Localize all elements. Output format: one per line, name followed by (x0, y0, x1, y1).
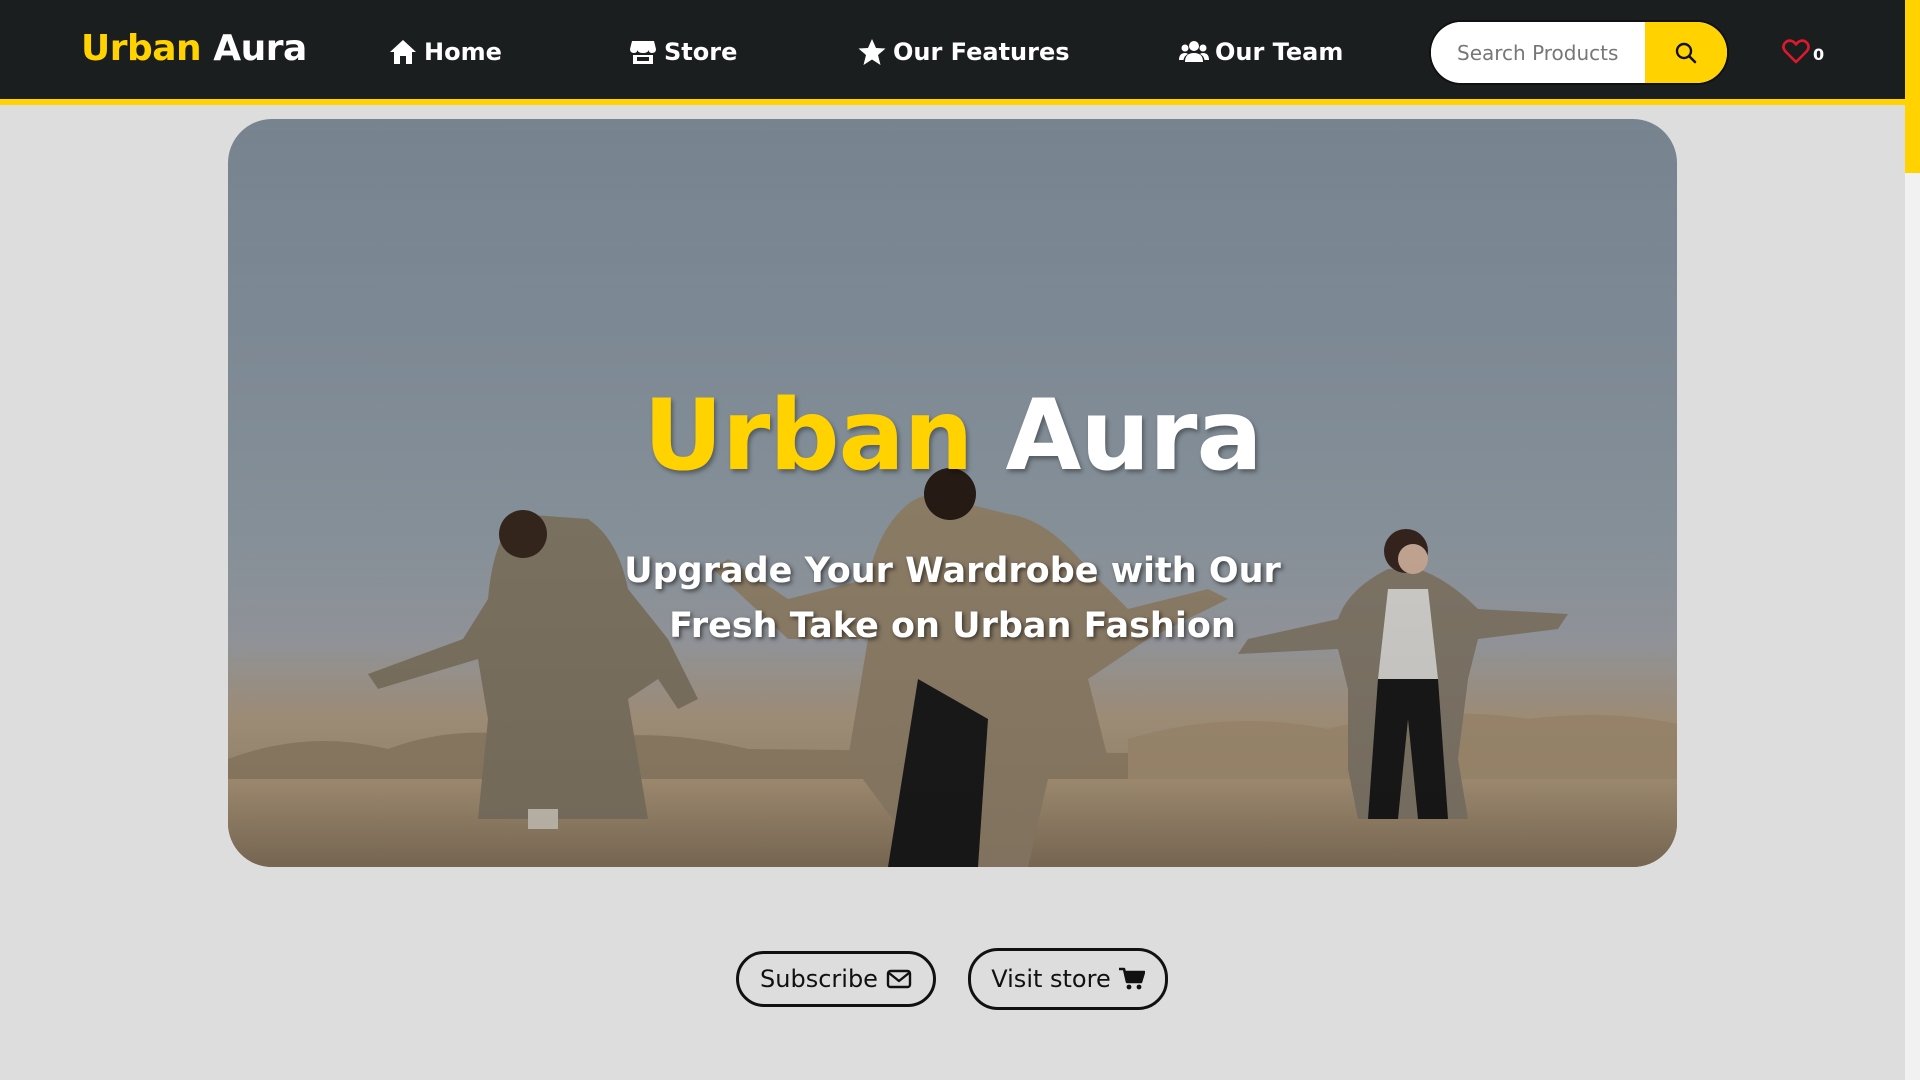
hero-subtitle: Upgrade Your Wardrobe with Our Fresh Tak… (228, 544, 1677, 654)
hero-background-image (228, 119, 1677, 867)
hero-banner: Urban Aura Upgrade Your Wardrobe with Ou… (228, 119, 1677, 867)
hero-subtitle-line-2: Fresh Take on Urban Fashion (669, 606, 1236, 646)
nav-features-label: Our Features (893, 38, 1070, 66)
hero-title: Urban Aura (228, 379, 1677, 493)
star-icon (858, 39, 886, 65)
page-scrollbar[interactable] (1905, 0, 1920, 1080)
subscribe-button[interactable]: Subscribe (736, 951, 936, 1007)
brand-logo[interactable]: Urban Aura (81, 28, 307, 69)
nav-team-label: Our Team (1215, 38, 1344, 66)
hero-subtitle-line-1: Upgrade Your Wardrobe with Our (624, 551, 1281, 591)
subscribe-label: Subscribe (760, 965, 878, 993)
nav-features[interactable]: Our Features (857, 34, 1070, 70)
nav-home-label: Home (424, 38, 502, 66)
visit-store-label: Visit store (991, 965, 1111, 993)
navbar: Urban Aura Home Store Our Features Our T… (0, 0, 1905, 105)
hero-title-part-2: Aura (1005, 379, 1263, 493)
envelope-icon (886, 969, 912, 989)
nav-store[interactable]: Store (628, 34, 737, 70)
search-button[interactable] (1645, 22, 1727, 83)
cart-icon (1118, 967, 1145, 990)
nav-store-label: Store (664, 38, 738, 66)
store-icon (630, 41, 656, 64)
home-icon (390, 40, 416, 64)
brand-part-2: Aura (213, 28, 307, 69)
nav-home[interactable]: Home (388, 34, 502, 70)
hero-title-part-1: Urban (643, 379, 973, 493)
search-icon (1675, 42, 1697, 63)
nav-team[interactable]: Our Team (1179, 34, 1343, 70)
brand-part-1: Urban (81, 28, 202, 69)
users-icon (1179, 41, 1209, 62)
visit-store-button[interactable]: Visit store (968, 948, 1168, 1010)
heart-icon (1782, 39, 1810, 64)
wishlist-count: 0 (1813, 45, 1825, 64)
search-bar (1429, 20, 1729, 85)
wishlist-button[interactable]: 0 (1782, 38, 1824, 64)
scrollbar-thumb[interactable] (1905, 0, 1920, 173)
search-input[interactable] (1431, 22, 1645, 83)
